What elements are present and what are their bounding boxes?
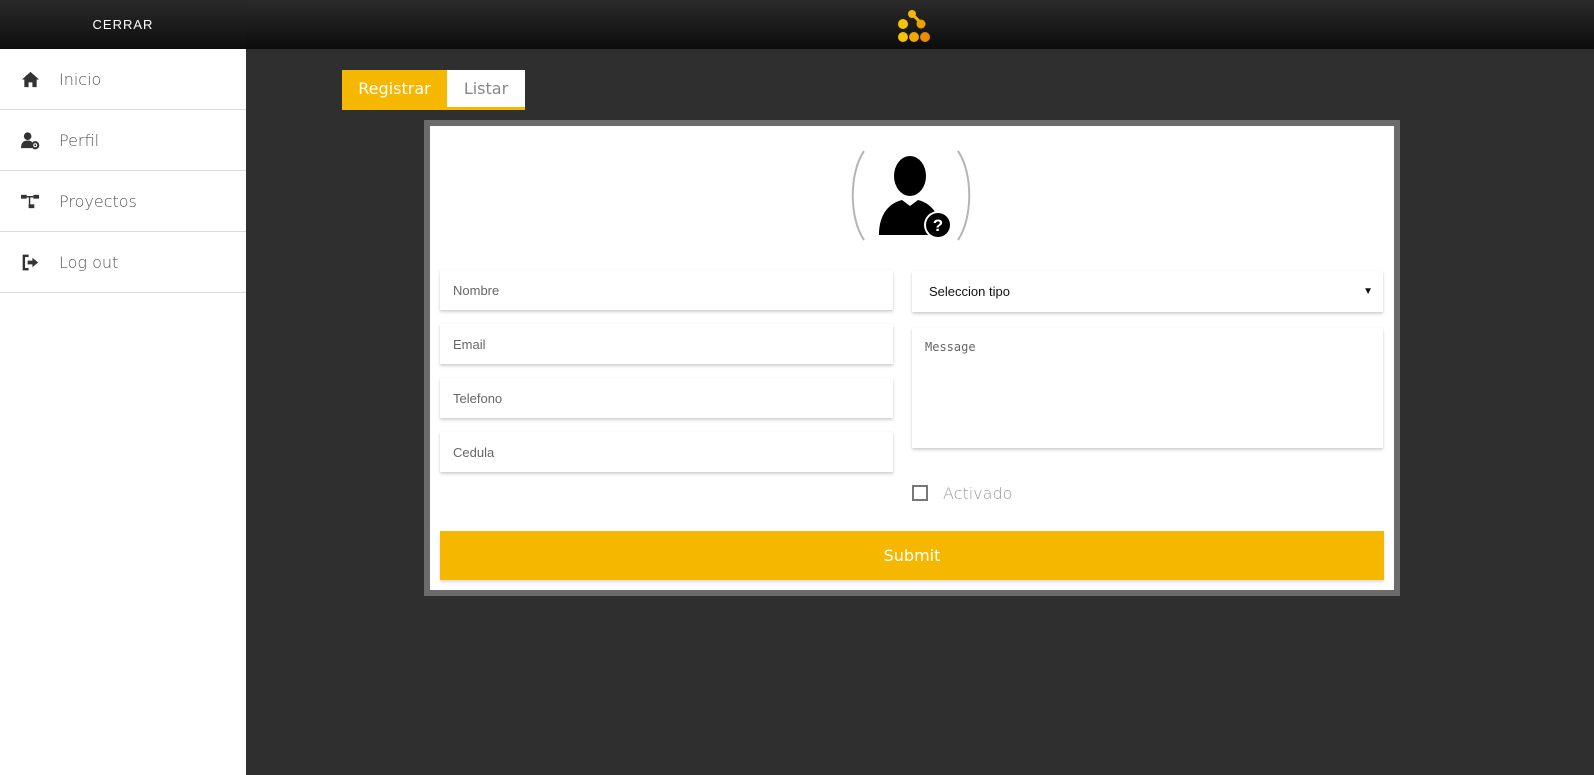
- tab-bar: Registrar Listar: [342, 70, 525, 110]
- project-tree-icon: [20, 191, 40, 211]
- sidebar-item-label: Inicio: [59, 69, 102, 89]
- top-bar: [246, 0, 1594, 49]
- submit-button[interactable]: Submit: [440, 531, 1384, 580]
- tipo-select-value: Seleccion tipo: [929, 284, 1010, 299]
- cedula-input[interactable]: [440, 432, 893, 472]
- svg-text:?: ?: [933, 216, 943, 235]
- nombre-input[interactable]: [440, 270, 893, 310]
- close-sidebar-button[interactable]: CERRAR: [0, 0, 246, 49]
- sidebar: CERRAR Inicio Perfil Proyectos Log out: [0, 0, 246, 775]
- activado-label: Activado: [943, 483, 1013, 503]
- sidebar-item-label: Perfil: [59, 130, 100, 150]
- activado-row[interactable]: Activado: [912, 483, 1012, 503]
- sidebar-item-label: Log out: [59, 252, 119, 272]
- tipo-select[interactable]: Seleccion tipo ▼: [912, 271, 1383, 312]
- logo-icon: [898, 10, 930, 42]
- user-settings-icon: [20, 130, 40, 150]
- sidebar-item-label: Proyectos: [59, 191, 137, 211]
- tab-registrar[interactable]: Registrar: [342, 70, 447, 107]
- sidebar-item-logout[interactable]: Log out: [0, 232, 246, 293]
- home-icon: [20, 69, 40, 89]
- avatar-upload-icon[interactable]: ?: [846, 148, 976, 243]
- sidebar-item-inicio[interactable]: Inicio: [0, 49, 246, 110]
- sidebar-item-proyectos[interactable]: Proyectos: [0, 171, 246, 232]
- form-panel: ? Seleccion tipo ▼ Activado Submit: [424, 120, 1400, 596]
- sidebar-item-perfil[interactable]: Perfil: [0, 110, 246, 171]
- chevron-down-icon: ▼: [1363, 286, 1373, 297]
- logout-icon: [20, 252, 40, 272]
- tab-listar[interactable]: Listar: [447, 70, 525, 107]
- message-textarea[interactable]: [912, 328, 1383, 448]
- activado-checkbox[interactable]: [912, 485, 928, 501]
- email-input[interactable]: [440, 324, 893, 364]
- telefono-input[interactable]: [440, 378, 893, 418]
- form-card: ? Seleccion tipo ▼ Activado Submit: [430, 126, 1394, 590]
